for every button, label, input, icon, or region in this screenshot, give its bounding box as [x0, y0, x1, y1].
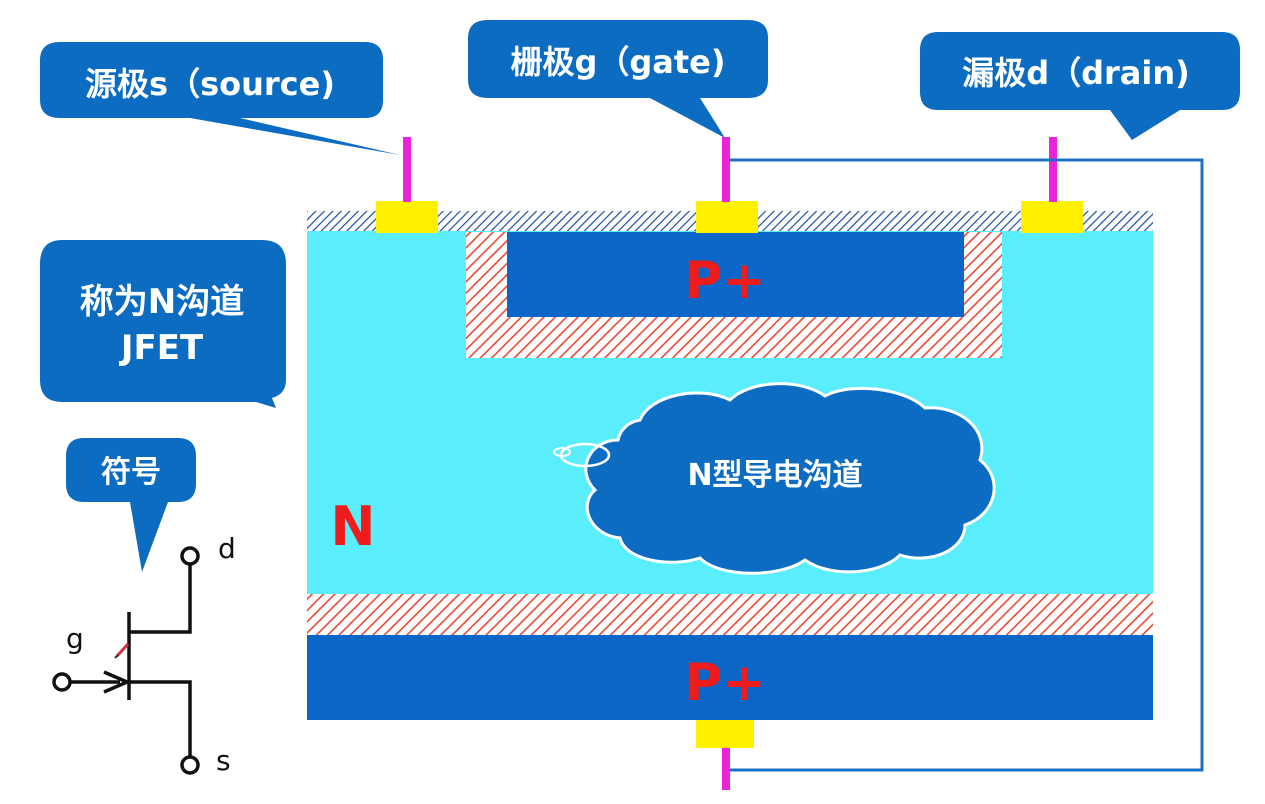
jfet-name-line2: JFET	[119, 328, 204, 368]
symbol-s-label: s	[216, 744, 231, 777]
jfet-name-callout: 称为N沟道 JFET	[40, 240, 286, 408]
gate-callout: 栅极g（gate)	[468, 20, 768, 138]
gate-lead	[722, 137, 730, 202]
gate-contact	[696, 201, 758, 233]
drain-contact	[1021, 201, 1083, 233]
drain-terminal	[180, 546, 200, 566]
source-callout: 源极s（source)	[40, 42, 400, 155]
drain-callout-text: 漏极d（drain)	[962, 54, 1190, 92]
source-contact	[376, 201, 438, 233]
top-p-plus-label: P+	[684, 251, 766, 311]
n-region-label: N	[330, 495, 375, 558]
symbol-callout: 符号	[66, 438, 196, 572]
channel-label: N型导电沟道	[687, 458, 862, 493]
drain-callout: 漏极d（drain)	[920, 32, 1240, 140]
bottom-gate-contact	[696, 720, 754, 748]
symbol-g-label: g	[66, 622, 84, 655]
device-cross-section: P+ P+ N N型导电沟道	[307, 137, 1204, 790]
bottom-depletion-region	[307, 594, 1153, 635]
gate-callout-text: 栅极g（gate)	[510, 43, 725, 81]
drain-lead	[1049, 137, 1057, 202]
jfet-circuit-symbol	[52, 546, 200, 775]
source-lead	[403, 137, 411, 202]
pencil-icon	[114, 642, 130, 659]
symbol-d-label: d	[218, 532, 236, 565]
jfet-diagram: P+ P+ N N型导电沟道 源极s（source) 栅极g（gate) 漏极d…	[40, 20, 1240, 790]
source-terminal	[180, 755, 200, 775]
source-callout-text: 源极s（source)	[85, 65, 335, 103]
jfet-name-line1: 称为N沟道	[80, 282, 244, 322]
gate-terminal	[52, 672, 72, 692]
symbol-callout-text: 符号	[101, 455, 161, 490]
bottom-gate-lead	[722, 748, 730, 790]
bottom-p-plus-label: P+	[684, 653, 766, 713]
